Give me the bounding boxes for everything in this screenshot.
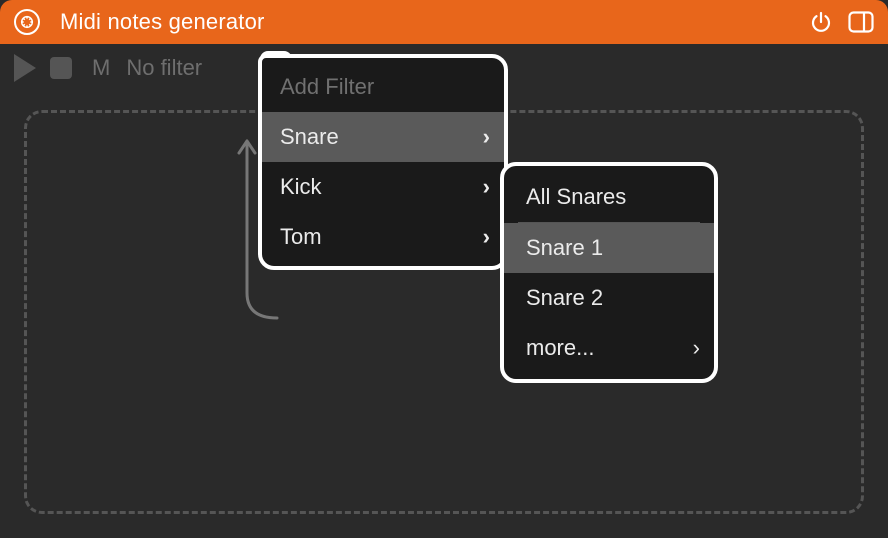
filter-label: No filter bbox=[126, 55, 202, 81]
chevron-right-icon: › bbox=[483, 174, 490, 200]
menu-item-tom[interactable]: Tom › bbox=[262, 212, 504, 262]
submenu-item-label: more... bbox=[526, 335, 594, 361]
menu-item-label: Tom bbox=[280, 224, 322, 250]
chevron-right-icon: › bbox=[483, 124, 490, 150]
sidebar-toggle-button[interactable] bbox=[848, 9, 874, 35]
submenu-item-all-snares[interactable]: All Snares bbox=[504, 172, 714, 222]
submenu-item-snare-1[interactable]: Snare 1 bbox=[504, 223, 714, 273]
play-button[interactable] bbox=[14, 54, 36, 82]
submenu-item-label: Snare 2 bbox=[526, 285, 603, 311]
snare-submenu: All Snares Snare 1 Snare 2 more... › bbox=[500, 162, 718, 383]
menu-header: Add Filter bbox=[262, 64, 504, 112]
window-title: Midi notes generator bbox=[60, 9, 808, 35]
add-filter-menu: Add Filter Snare › Kick › Tom › bbox=[258, 54, 508, 270]
menu-item-snare[interactable]: Snare › bbox=[262, 112, 504, 162]
titlebar: Midi notes generator bbox=[0, 0, 888, 44]
menu-item-kick[interactable]: Kick › bbox=[262, 162, 504, 212]
menu-item-label: Snare bbox=[280, 124, 339, 150]
power-button[interactable] bbox=[808, 9, 834, 35]
titlebar-actions bbox=[808, 9, 874, 35]
app-icon bbox=[14, 9, 40, 35]
mute-button[interactable]: M bbox=[92, 55, 110, 81]
chevron-right-icon: › bbox=[693, 335, 700, 361]
menu-item-label: Kick bbox=[280, 174, 322, 200]
submenu-item-label: All Snares bbox=[526, 184, 626, 210]
chevron-right-icon: › bbox=[483, 224, 490, 250]
submenu-item-label: Snare 1 bbox=[526, 235, 603, 261]
submenu-item-snare-2[interactable]: Snare 2 bbox=[504, 273, 714, 323]
submenu-item-more[interactable]: more... › bbox=[504, 323, 714, 373]
stop-button[interactable] bbox=[50, 57, 72, 79]
